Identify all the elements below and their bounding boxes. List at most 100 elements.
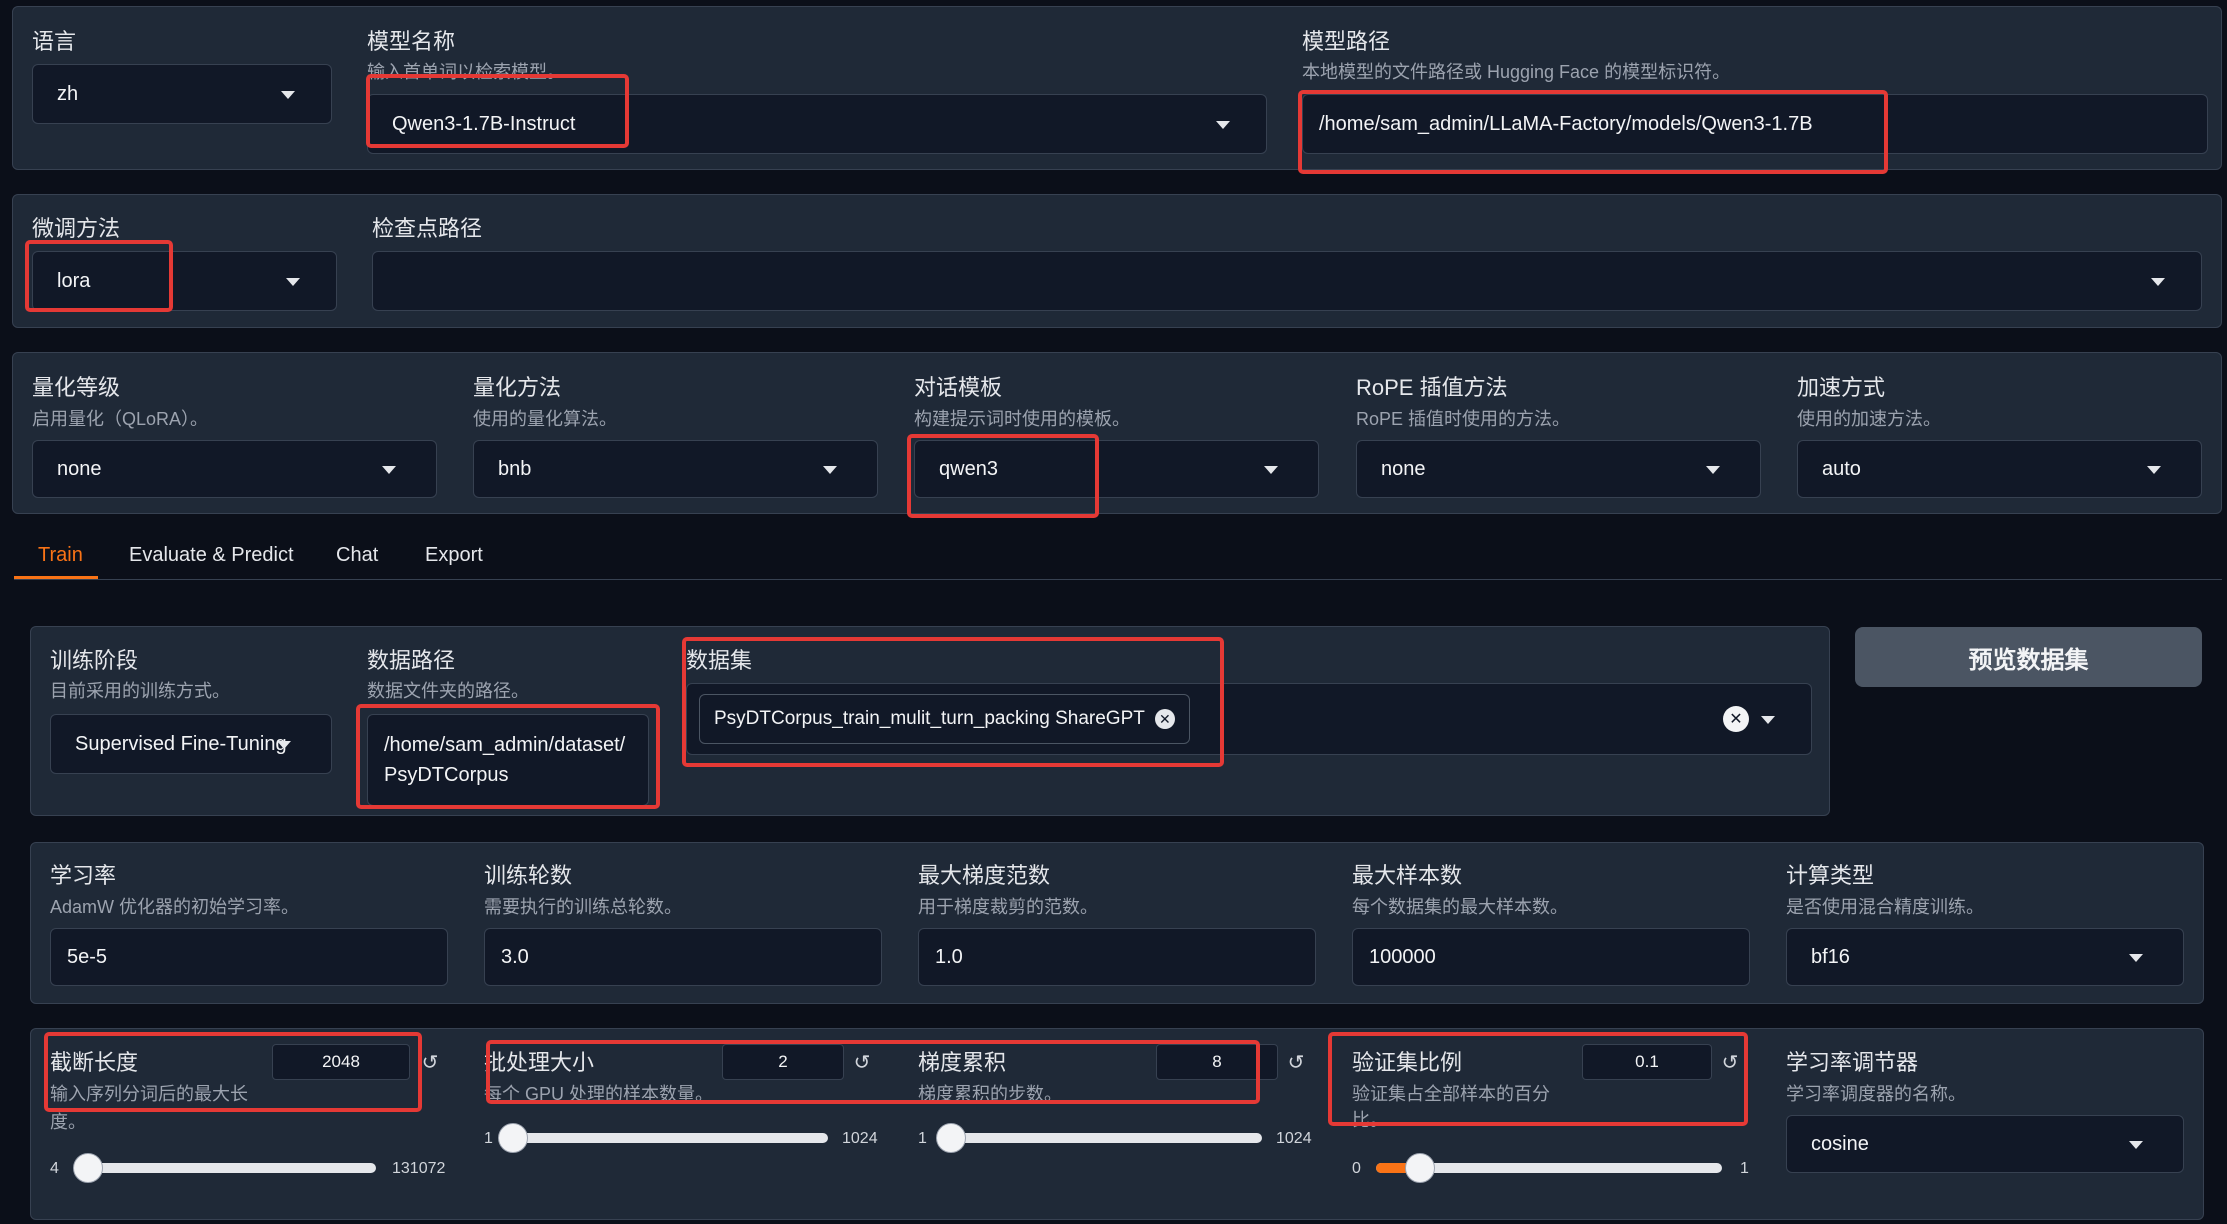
epochs-input[interactable]: 3.0 (484, 928, 882, 986)
cutoff-len-thumb[interactable] (72, 1153, 103, 1183)
cutoff-len-track[interactable] (74, 1163, 376, 1173)
grad-accum-track[interactable] (940, 1133, 1262, 1143)
val-size-min: 0 (1352, 1160, 1361, 1177)
epochs-value: 3.0 (501, 945, 529, 968)
chevron-down-icon (2147, 466, 2161, 474)
learning-rate-label: 学习率 (50, 863, 117, 888)
lr-scheduler-dropdown[interactable]: cosine (1786, 1115, 2184, 1173)
val-size-info-line1: 验证集占全部样本的百分 (1352, 1084, 1550, 1104)
batch-size-track[interactable] (504, 1133, 828, 1143)
max-grad-norm-value: 1.0 (935, 945, 963, 968)
learning-rate-info: AdamW 优化器的初始学习率。 (50, 897, 300, 917)
finetune-method-dropdown[interactable]: lora (32, 251, 337, 311)
lr-scheduler-info: 学习率调度器的名称。 (1786, 1084, 1966, 1104)
chevron-down-icon (2129, 954, 2143, 962)
checkpoint-label: 检查点路径 (372, 216, 483, 241)
max-samples-info: 每个数据集的最大样本数。 (1352, 897, 1568, 917)
model-name-dropdown[interactable]: Qwen3-1.7B-Instruct (367, 94, 1267, 154)
chevron-down-icon (2151, 278, 2165, 286)
grad-accum-number[interactable]: 8 (1156, 1044, 1278, 1080)
checkpoint-dropdown[interactable] (372, 251, 2202, 311)
compute-type-value: bf16 (1811, 945, 1850, 968)
chevron-down-icon (382, 466, 396, 474)
val-size-thumb[interactable] (1404, 1153, 1435, 1183)
finetune-method-value: lora (57, 269, 91, 292)
batch-size-max: 1024 (842, 1130, 878, 1147)
val-size-info-line2: 比。 (1352, 1110, 1388, 1130)
reset-icon[interactable]: ↺ (414, 1044, 446, 1080)
dataset-label: 数据集 (686, 648, 753, 673)
reset-icon[interactable]: ↺ (1280, 1044, 1312, 1080)
clear-icon[interactable]: ✕ (1723, 706, 1749, 732)
val-size-number[interactable]: 0.1 (1582, 1044, 1712, 1080)
compute-type-info: 是否使用混合精度训练。 (1786, 897, 1984, 917)
tab-train[interactable]: Train (38, 544, 83, 567)
template-dropdown[interactable]: qwen3 (914, 440, 1319, 498)
reset-icon[interactable]: ↺ (846, 1044, 878, 1080)
model-path-value: /home/sam_admin/LLaMA-Factory/models/Qwe… (1319, 112, 1813, 135)
learning-rate-input[interactable]: 5e-5 (50, 928, 448, 986)
batch-size-info: 每个 GPU 处理的样本数量。 (484, 1084, 714, 1104)
tab-export[interactable]: Export (425, 544, 483, 567)
compute-type-label: 计算类型 (1786, 863, 1875, 888)
dataset-multiselect[interactable]: PsyDTCorpus_train_mulit_turn_packing Sha… (686, 683, 1812, 755)
booster-value: auto (1822, 457, 1861, 480)
max-grad-norm-label: 最大梯度范数 (918, 863, 1051, 888)
booster-label: 加速方式 (1797, 375, 1886, 400)
val-size-label: 验证集比例 (1352, 1050, 1463, 1075)
rope-dropdown[interactable]: none (1356, 440, 1761, 498)
cutoff-len-info-line2: 度。 (50, 1112, 86, 1132)
model-path-input[interactable]: /home/sam_admin/LLaMA-Factory/models/Qwe… (1302, 94, 2208, 154)
rope-value: none (1381, 457, 1426, 480)
chip-remove-icon[interactable]: ✕ (1154, 709, 1175, 729)
preview-dataset-button[interactable]: 预览数据集 (1855, 627, 2202, 687)
booster-dropdown[interactable]: auto (1797, 440, 2202, 498)
template-value: qwen3 (939, 457, 998, 480)
template-label: 对话模板 (914, 375, 1003, 400)
model-name-label: 模型名称 (367, 29, 456, 54)
quant-bit-dropdown[interactable]: none (32, 440, 437, 498)
dataset-chip[interactable]: PsyDTCorpus_train_mulit_turn_packing Sha… (699, 694, 1190, 744)
max-grad-norm-input[interactable]: 1.0 (918, 928, 1316, 986)
tab-divider (14, 579, 2222, 580)
quant-method-dropdown[interactable]: bnb (473, 440, 878, 498)
stage-dropdown[interactable]: Supervised Fine-Tuning (50, 714, 332, 774)
template-info: 构建提示词时使用的模板。 (914, 409, 1130, 429)
reset-icon[interactable]: ↺ (1714, 1044, 1746, 1080)
model-path-info: 本地模型的文件路径或 Hugging Face 的模型标识符。 (1302, 62, 1731, 82)
dataset-dir-label: 数据路径 (367, 648, 456, 673)
compute-type-dropdown[interactable]: bf16 (1786, 928, 2184, 986)
quant-method-label: 量化方法 (473, 375, 562, 400)
dataset-chip-label: PsyDTCorpus_train_mulit_turn_packing Sha… (714, 708, 1145, 729)
chevron-down-icon (281, 91, 295, 99)
dataset-dir-input[interactable]: /home/sam_admin/dataset/ PsyDTCorpus (367, 714, 649, 806)
chevron-down-icon (286, 278, 300, 286)
dataset-dir-value-line2: PsyDTCorpus (384, 764, 509, 786)
chevron-down-icon (823, 466, 837, 474)
quant-method-value: bnb (498, 457, 532, 480)
chevron-down-icon (1216, 121, 1230, 129)
lang-label: 语言 (32, 29, 77, 54)
rope-info: RoPE 插值时使用的方法。 (1356, 409, 1571, 429)
stage-value: Supervised Fine-Tuning (75, 732, 287, 755)
max-samples-value: 100000 (1369, 945, 1436, 968)
stage-info: 目前采用的训练方式。 (50, 681, 230, 701)
tab-evaluate-predict[interactable]: Evaluate & Predict (129, 544, 294, 567)
cutoff-len-label: 截断长度 (50, 1050, 139, 1075)
chevron-down-icon (1264, 466, 1278, 474)
lang-dropdown[interactable]: zh (32, 64, 332, 124)
max-samples-input[interactable]: 100000 (1352, 928, 1750, 986)
batch-size-number[interactable]: 2 (722, 1044, 844, 1080)
tab-chat[interactable]: Chat (336, 544, 378, 567)
batch-size-min: 1 (484, 1130, 493, 1147)
chevron-down-icon[interactable] (1761, 716, 1775, 724)
grad-accum-label: 梯度累积 (918, 1050, 1007, 1075)
cutoff-len-max: 131072 (392, 1160, 446, 1177)
grad-accum-min: 1 (918, 1130, 927, 1147)
model-path-label: 模型路径 (1302, 29, 1391, 54)
quant-bit-info: 启用量化（QLoRA）。 (32, 409, 209, 429)
dataset-dir-value-line1: /home/sam_admin/dataset/ (384, 734, 626, 756)
cutoff-len-number[interactable]: 2048 (272, 1044, 410, 1080)
lr-scheduler-value: cosine (1811, 1132, 1869, 1155)
chevron-down-icon (2129, 1141, 2143, 1149)
